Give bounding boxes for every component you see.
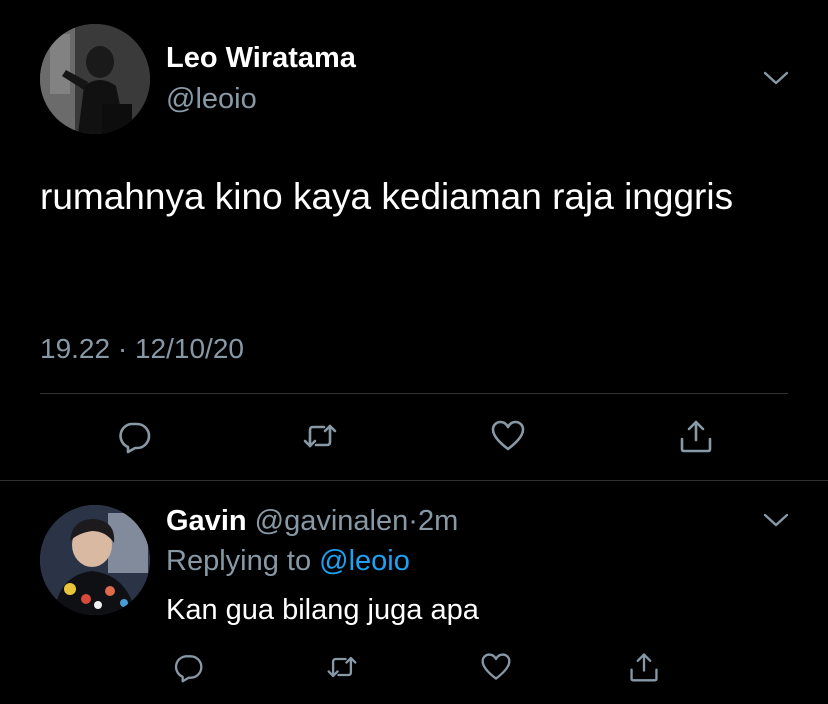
reply-author-avatar[interactable] — [40, 505, 150, 615]
tweet-text: rumahnya kino kaya kediaman raja inggris — [40, 176, 734, 217]
reply-author-handle[interactable]: @gavinalen — [255, 505, 409, 537]
avatar-photo — [40, 24, 150, 134]
share-icon — [680, 420, 712, 453]
author-handle[interactable]: @leoio — [166, 83, 257, 116]
tweet-time: 19.22 — [40, 333, 111, 364]
reply-separator: · — [408, 505, 418, 537]
reply-bubble-icon — [119, 422, 151, 454]
reply-age[interactable]: 2m — [418, 505, 458, 537]
tweet-date: 12/10/20 — [134, 333, 244, 364]
reply-author-name[interactable]: Gavin — [166, 505, 247, 537]
retweet-icon — [303, 424, 337, 448]
reply-like-button[interactable] — [476, 647, 516, 687]
chevron-down-icon[interactable] — [763, 512, 789, 528]
reply-bubble-icon — [174, 655, 203, 683]
chevron-down-icon[interactable] — [763, 70, 789, 86]
replying-to-label: Replying to — [166, 545, 312, 577]
retweet-icon — [327, 656, 357, 678]
reply-header: Gavin @gavinalen·2m — [166, 505, 458, 538]
replying-to: Replying to @leoio — [166, 545, 410, 578]
heart-icon — [491, 420, 525, 451]
reply-button[interactable] — [114, 416, 154, 456]
heart-icon — [481, 653, 511, 680]
share-icon — [630, 653, 658, 682]
like-button[interactable] — [488, 416, 528, 456]
tweet-timestamp[interactable]: 19.22 · 12/10/20 — [40, 333, 244, 365]
avatar-photo — [40, 505, 150, 615]
reply-retweet-button[interactable] — [322, 647, 362, 687]
replying-to-handle-link[interactable]: @leoio — [319, 545, 410, 577]
reply-reply-button[interactable] — [168, 647, 208, 687]
retweet-button[interactable] — [300, 416, 340, 456]
author-avatar[interactable] — [40, 24, 150, 134]
meta-separator: · — [117, 333, 128, 364]
author-name[interactable]: Leo Wiratama — [166, 42, 356, 75]
reply-text: Kan gua bilang juga apa — [166, 594, 479, 626]
share-button[interactable] — [676, 416, 716, 456]
section-divider — [0, 480, 828, 481]
divider — [40, 393, 788, 394]
reply-share-button[interactable] — [624, 647, 664, 687]
